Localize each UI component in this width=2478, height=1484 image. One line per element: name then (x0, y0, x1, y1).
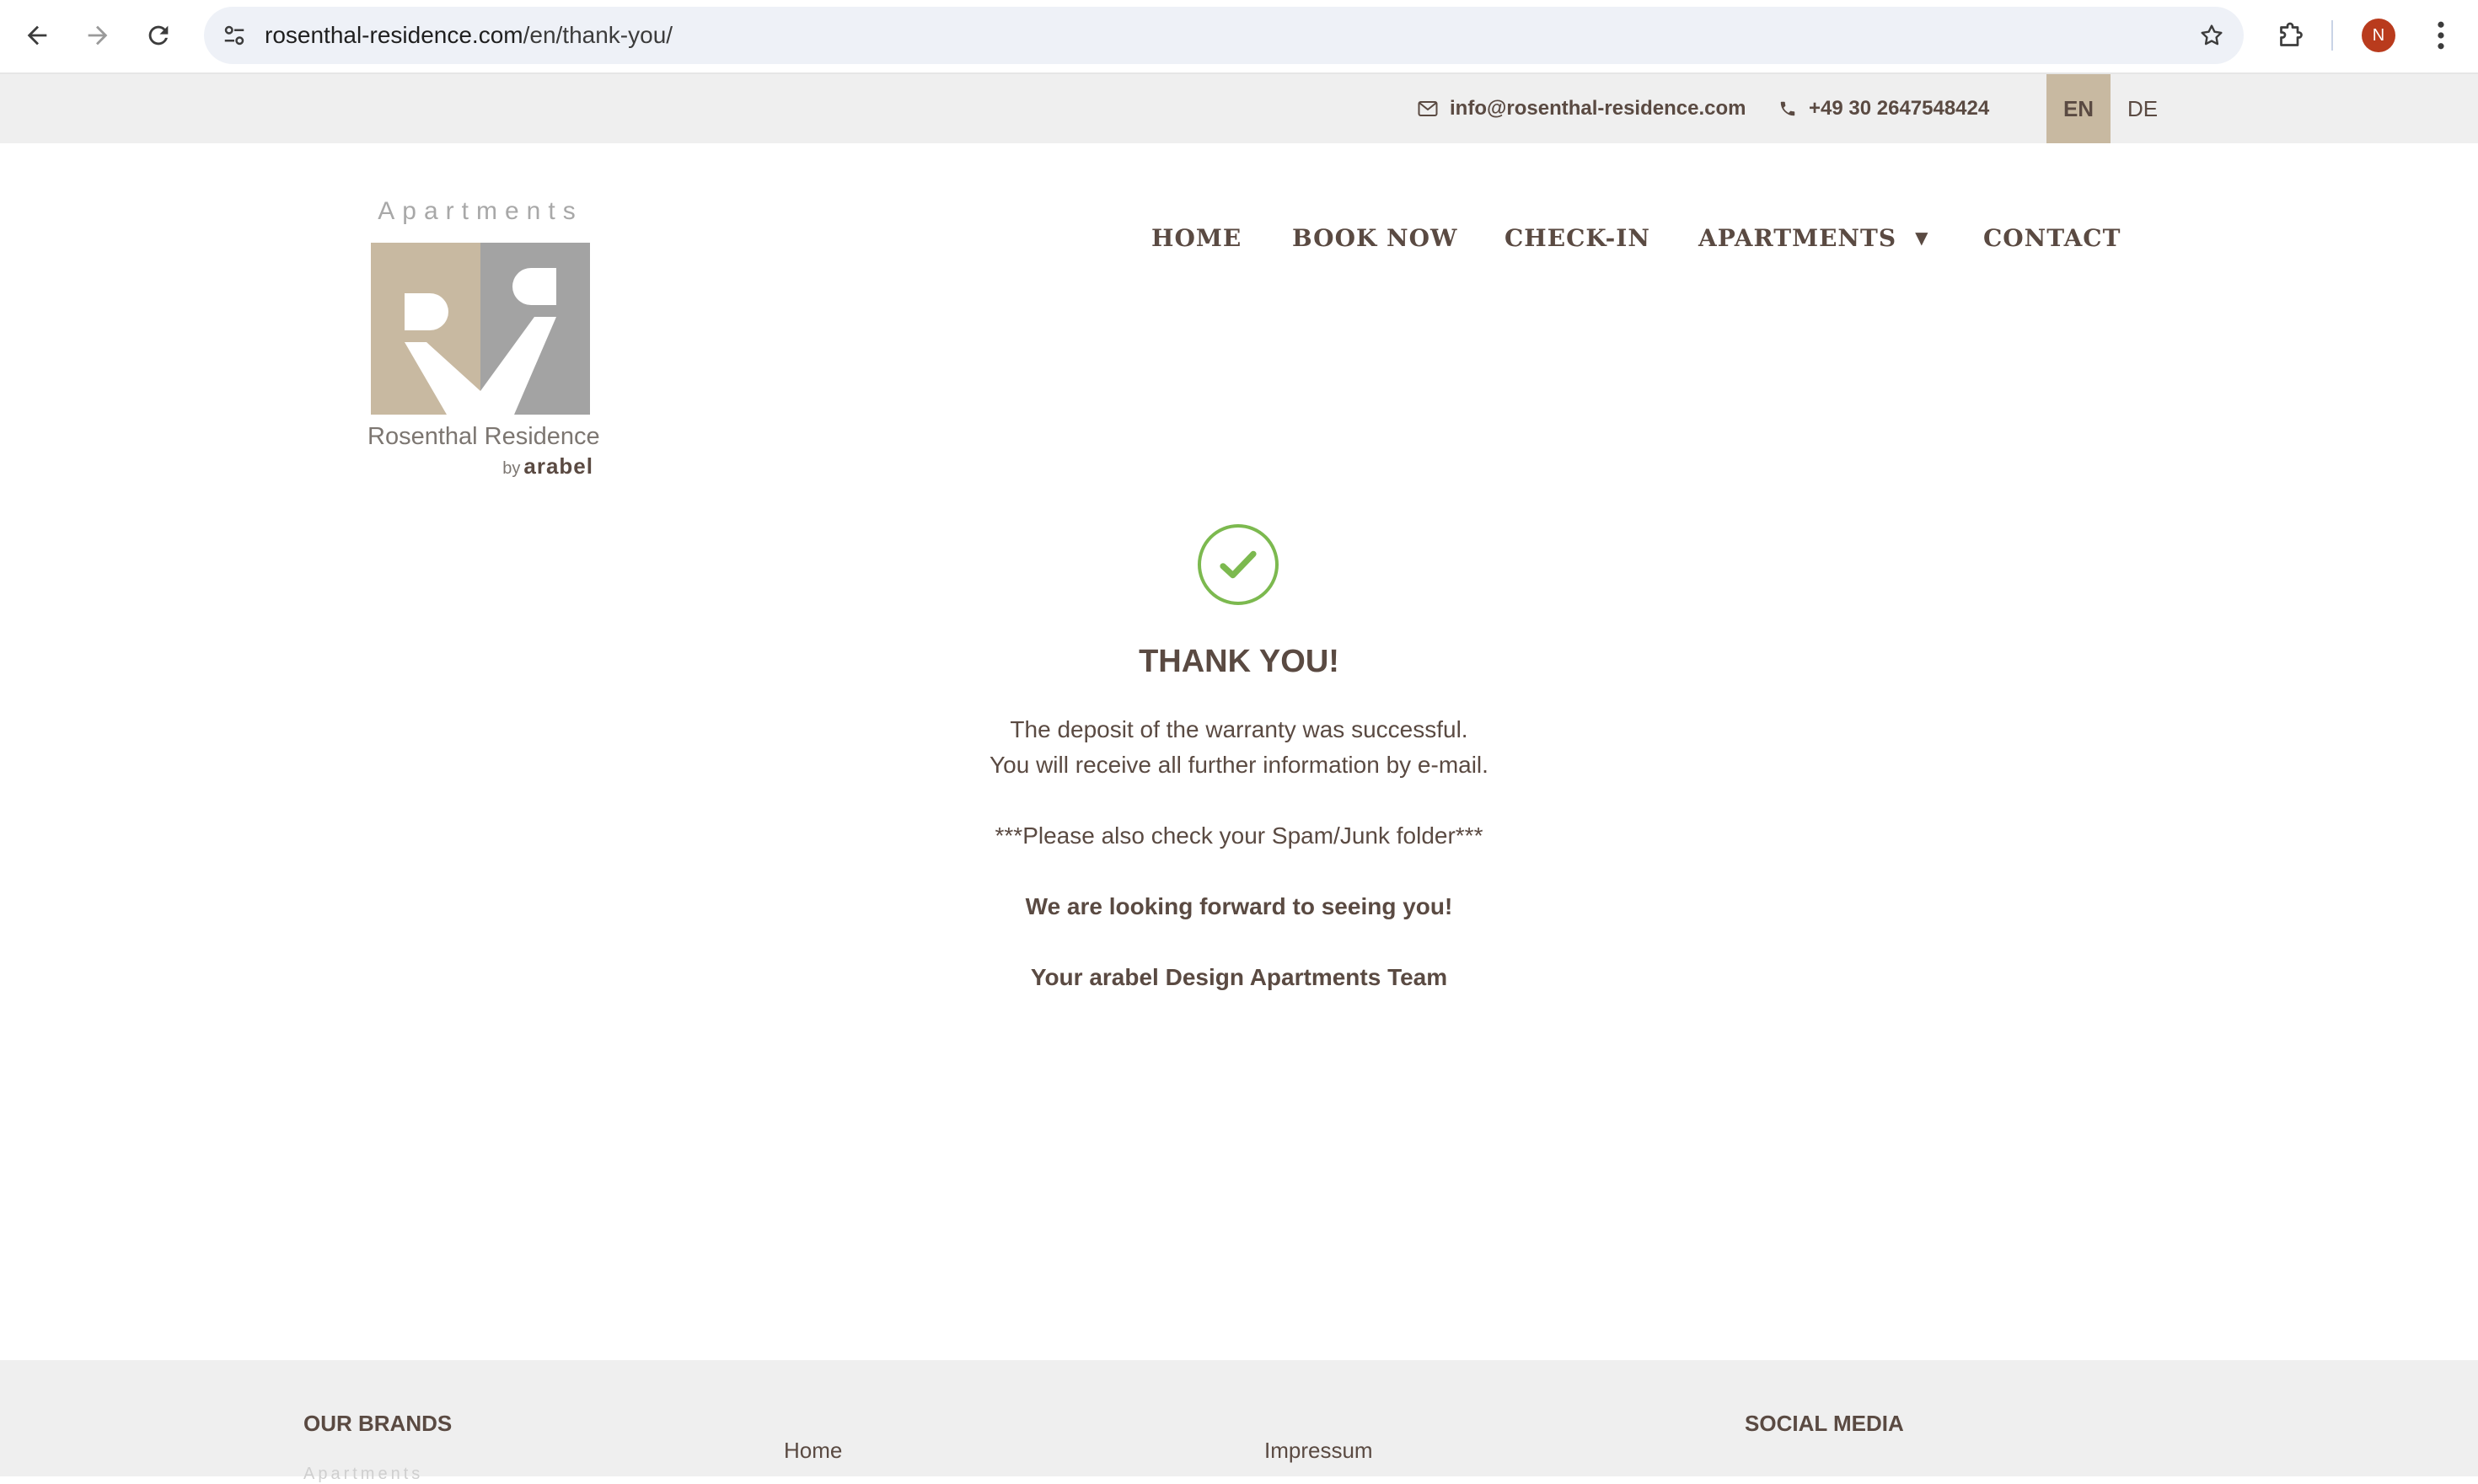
language-en[interactable]: EN (2046, 74, 2111, 143)
profile-avatar[interactable]: N (2362, 19, 2395, 52)
spam-note: ***Please also check your Spam/Junk fold… (995, 822, 1483, 849)
footer-social-heading: SOCIAL MEDIA (1745, 1411, 1904, 1436)
browser-toolbar: rosenthal-residence.com/en/thank-you/ N (0, 0, 2478, 74)
logo-name: Rosenthal Residence (367, 423, 600, 450)
address-bar[interactable]: rosenthal-residence.com/en/thank-you/ (204, 7, 2244, 64)
nav-row: HOME BOOK NOW CHECK-IN APARTMENTS ▼ CONT… (0, 217, 2478, 258)
thank-you-heading: THANK YOU! (1139, 644, 1339, 679)
footer-brands-heading: OUR BRANDS (303, 1411, 453, 1436)
reload-icon (148, 25, 169, 46)
kebab-menu-icon (2438, 21, 2444, 50)
site-footer: OUR BRANDS Apartments Home Impressum SOC… (0, 1360, 2478, 1483)
arrow-right-icon (88, 25, 108, 46)
reload-button[interactable] (138, 15, 179, 56)
star-icon (2201, 24, 2223, 46)
logo-byline: by arabel (502, 453, 593, 479)
success-badge (1198, 524, 1279, 605)
email-text: info@rosenthal-residence.com (1450, 97, 1746, 120)
url-path: /en/thank-you/ (523, 22, 673, 48)
puzzle-icon (2280, 22, 2303, 46)
url-text[interactable]: rosenthal-residence.com/en/thank-you/ (265, 7, 673, 64)
checkmark-icon (1220, 550, 1257, 579)
message-line-1: The deposit of the warranty was successf… (1010, 716, 1468, 742)
envelope-icon (1418, 101, 1438, 116)
tune-icon (224, 25, 244, 46)
looking-forward-text: We are looking forward to seeing you! (1025, 893, 1453, 919)
site-info-button[interactable] (214, 15, 255, 56)
nav-contact[interactable]: CONTACT (1983, 224, 2121, 252)
logo-brand: arabel (523, 453, 593, 479)
email-link[interactable]: info@rosenthal-residence.com (1418, 74, 1746, 143)
extensions-button[interactable] (2269, 15, 2311, 57)
browser-menu-button[interactable] (2424, 15, 2458, 56)
bookmark-button[interactable] (2191, 15, 2232, 56)
caret-down-icon: ▼ (1915, 228, 1929, 248)
footer-brand-logo-text[interactable]: Apartments (303, 1465, 423, 1484)
nav-home[interactable]: HOME (1151, 224, 1242, 252)
forward-button[interactable] (78, 15, 118, 56)
top-contact-bar: info@rosenthal-residence.com +49 30 2647… (0, 74, 2478, 143)
url-host: rosenthal-residence.com (265, 22, 523, 48)
logo-mark-icon (371, 243, 590, 415)
footer-link-impressum[interactable]: Impressum (1264, 1438, 1373, 1464)
language-de[interactable]: DE (2111, 74, 2175, 143)
nav-apartments-label: APARTMENTS (1698, 223, 1897, 252)
phone-link[interactable]: +49 30 2647548424 (1778, 74, 1989, 143)
phone-text: +49 30 2647548424 (1809, 97, 1990, 120)
nav-book-now[interactable]: BOOK NOW (1292, 224, 1457, 252)
logo-by: by (502, 459, 521, 478)
nav-check-in[interactable]: CHECK-IN (1504, 224, 1650, 252)
toolbar-divider (2331, 20, 2333, 51)
back-button[interactable] (17, 15, 57, 56)
message-line-2: You will receive all further information… (990, 752, 1488, 778)
team-signature: Your arabel Design Apartments Team (1030, 964, 1448, 990)
nav-apartments[interactable]: APARTMENTS ▼ (1698, 224, 1928, 252)
arrow-left-icon (27, 25, 47, 46)
footer-link-home[interactable]: Home (784, 1438, 842, 1464)
phone-icon (1780, 101, 1795, 116)
